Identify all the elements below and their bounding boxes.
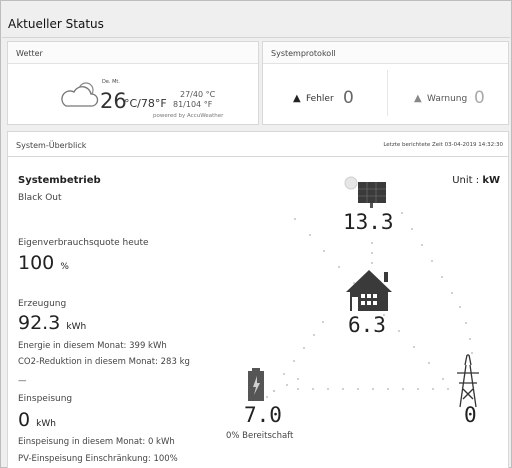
self-consumption-label: Eigenverbrauchsquote heute [18,238,149,248]
battery-state: 0% Bereitschaft [226,431,294,441]
feed-in-label: Einspeisung [18,394,73,404]
unit-value: kW [482,175,500,186]
temperature-unit: °C/78°F [124,97,167,110]
system-log-header: Systemprotokoll [263,42,508,64]
title-separator [2,37,510,38]
system-log-card: Systemprotokoll ▲ Fehler 0 ▲ Warnung 0 [262,41,509,125]
error-count[interactable]: 0 [343,88,354,108]
weather-location: De. Mt. [102,79,120,85]
self-consumption-value: 100 % [18,252,69,274]
home-power-value: 6.3 [348,313,386,337]
warning-triangle-icon: ▲ [414,93,422,104]
system-mode-title: Systembetrieb [18,175,101,186]
battery-power-value: 7.0 [244,403,282,427]
system-log-divider [387,70,388,116]
energy-this-month: Energie in diesem Monat: 399 kWh [18,341,167,351]
system-mode-value: Black Out [18,193,62,203]
battery-icon [248,368,264,401]
temperature-value: 26 [100,89,127,113]
error-label[interactable]: Fehler [306,94,334,104]
temperature-range-fahrenheit: 81/104 °F [173,100,213,109]
solar-panel-icon [344,176,386,208]
last-report-time: Letzte berichtete Zeit 03-04-2019 14:32:… [383,142,503,148]
unit-indicator: Unit : kW [452,175,500,186]
generation-label: Erzeugung [18,299,67,309]
weather-card: Wetter De. Mt. 26 °C/78°F 27/40 °C 81/10… [7,41,259,125]
overview-panel: Systembetrieb Black Out Unit : kW Eigenv… [7,157,509,468]
overview-title: System-Überblick [16,141,87,150]
house-icon [346,270,392,311]
power-grid-icon [457,354,479,408]
status-window: Aktueller Status Wetter De. Mt. 26 °C/78… [0,0,512,468]
error-warning-triangle-icon: ▲ [293,93,301,104]
partly-cloudy-icon [61,82,99,107]
generation-value: 92.3 kWh [18,312,87,334]
grid-power-value: 0 [464,403,477,427]
unit-label: Unit : [452,175,480,186]
weather-powered-by[interactable]: powered by AccuWeather [153,113,223,119]
co2-reduction-this-month: CO2-Reduktion in diesem Monat: 283 kg [18,357,190,367]
pv-feed-in-limit: PV-Einspeisung Einschränkung: 100% [18,454,178,464]
weather-header: Wetter [8,42,258,64]
feed-in-this-month: Einspeisung in diesem Monat: 0 kWh [18,437,175,447]
page-title: Aktueller Status [8,17,104,31]
warning-label[interactable]: Warnung [427,94,467,104]
pv-power-value: 13.3 [343,210,394,234]
warning-count[interactable]: 0 [474,88,485,108]
overview-header: System-Überblick Letzte berichtete Zeit … [7,131,509,157]
feed-in-value: 0 kWh [18,409,56,431]
section-dash: — [18,376,27,386]
temperature-range-celsius: 27/40 °C [180,90,216,99]
